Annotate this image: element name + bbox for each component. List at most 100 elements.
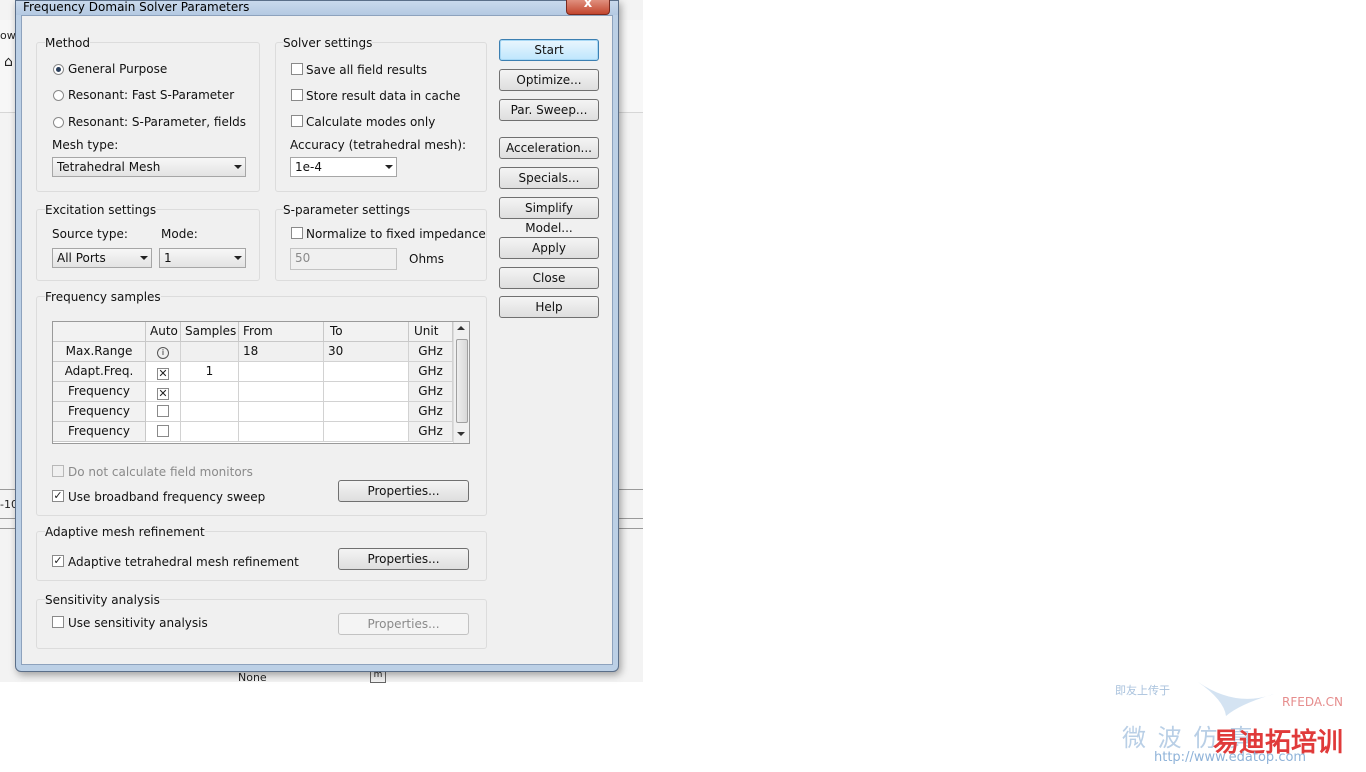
- sensitivity-properties-button[interactable]: Properties...: [338, 613, 469, 635]
- specials-button[interactable]: Specials...: [499, 167, 599, 189]
- sensitivity-label[interactable]: Use sensitivity analysis: [68, 616, 208, 630]
- watermark-bird-logo: [1198, 682, 1274, 716]
- table-cell-auto[interactable]: ✕: [146, 362, 181, 382]
- accuracy-select[interactable]: 1e-4: [290, 157, 397, 177]
- table-cell-samples[interactable]: 1: [181, 362, 239, 382]
- close-button[interactable]: Close: [499, 267, 599, 289]
- table-cell-from[interactable]: [239, 402, 324, 422]
- save-all-fields-label[interactable]: Save all field results: [306, 63, 427, 77]
- source-type-label: Source type:: [52, 227, 128, 241]
- scroll-down-icon[interactable]: [457, 432, 465, 436]
- watermark-url: http://www.edatop.com: [1154, 750, 1307, 765]
- store-cache-label[interactable]: Store result data in cache: [306, 89, 460, 103]
- adaptive-refinement-label[interactable]: Adaptive tetrahedral mesh refinement: [68, 555, 299, 569]
- column-header-unit: Unit: [409, 322, 453, 342]
- table-vertical-scrollbar[interactable]: [453, 322, 469, 443]
- store-cache-checkbox[interactable]: [291, 89, 303, 101]
- radio-resonant-fast-label[interactable]: Resonant: Fast S-Parameter: [68, 88, 234, 102]
- par-sweep-button[interactable]: Par. Sweep...: [499, 99, 599, 121]
- chevron-down-icon: [140, 256, 148, 260]
- sparam-group-label: S-parameter settings: [283, 203, 410, 217]
- table-cell-to[interactable]: [324, 422, 409, 442]
- solver-parameters-dialog: Frequency Domain Solver Parameters x Met…: [15, 0, 619, 672]
- table-cell-from[interactable]: [239, 422, 324, 442]
- table-cell-auto[interactable]: [146, 422, 181, 442]
- help-button[interactable]: Help: [499, 296, 599, 318]
- method-group-label: Method: [45, 36, 91, 50]
- optimize-button[interactable]: Optimize...: [499, 69, 599, 91]
- accuracy-value: 1e-4: [295, 160, 322, 174]
- radio-general-purpose[interactable]: [53, 64, 64, 75]
- info-icon[interactable]: i: [157, 347, 169, 359]
- scroll-up-icon[interactable]: [457, 326, 465, 330]
- normalize-impedance-label[interactable]: Normalize to fixed impedance: [306, 227, 486, 241]
- no-field-monitors-checkbox[interactable]: [52, 465, 64, 477]
- save-all-fields-checkbox[interactable]: [291, 63, 303, 75]
- auto-checkbox-unchecked[interactable]: [157, 405, 169, 417]
- acceleration-button[interactable]: Acceleration...: [499, 137, 599, 159]
- table-cell-from[interactable]: 18: [239, 342, 324, 362]
- mode-value: 1: [164, 251, 172, 265]
- table-cell-samples[interactable]: [181, 382, 239, 402]
- source-type-select[interactable]: All Ports: [52, 248, 152, 268]
- chevron-down-icon: [234, 256, 242, 260]
- row-header: Frequency: [53, 402, 146, 422]
- excitation-group-label: Excitation settings: [45, 203, 157, 217]
- frequency-samples-label: Frequency samples: [45, 290, 161, 304]
- table-cell-auto[interactable]: [146, 402, 181, 422]
- table-cell-to[interactable]: [324, 362, 409, 382]
- start-button[interactable]: Start: [499, 39, 599, 61]
- radio-general-purpose-label[interactable]: General Purpose: [68, 62, 167, 76]
- table-cell-unit: GHz: [409, 382, 453, 402]
- radio-resonant-fields-label[interactable]: Resonant: S-Parameter, fields: [68, 115, 246, 129]
- mesh-type-select[interactable]: Tetrahedral Mesh: [52, 157, 246, 177]
- apply-button[interactable]: Apply: [499, 237, 599, 259]
- radio-resonant-fields[interactable]: [53, 117, 64, 128]
- table-cell-from[interactable]: [239, 382, 324, 402]
- frequency-properties-button[interactable]: Properties...: [338, 480, 469, 502]
- table-cell-auto: i: [146, 342, 181, 362]
- no-field-monitors-label[interactable]: Do not calculate field monitors: [68, 465, 253, 479]
- sensitivity-checkbox[interactable]: [52, 616, 64, 628]
- close-window-button[interactable]: x: [566, 0, 610, 15]
- adaptive-mesh-group-label: Adaptive mesh refinement: [45, 525, 205, 539]
- row-header: Frequency: [53, 382, 146, 402]
- auto-checkbox-checked[interactable]: ✕: [157, 368, 169, 380]
- scrollbar-thumb[interactable]: [456, 339, 468, 423]
- impedance-input[interactable]: 50: [290, 248, 397, 270]
- row-header: Max.Range: [53, 342, 146, 362]
- broadband-sweep-label[interactable]: Use broadband frequency sweep: [68, 490, 265, 504]
- calc-modes-label[interactable]: Calculate modes only: [306, 115, 435, 129]
- table-cell-to[interactable]: 30: [324, 342, 409, 362]
- auto-checkbox-unchecked[interactable]: [157, 425, 169, 437]
- table-cell-samples[interactable]: [181, 402, 239, 422]
- background-cell-text: None: [238, 671, 267, 684]
- radio-resonant-fast[interactable]: [53, 90, 64, 101]
- mode-label: Mode:: [161, 227, 198, 241]
- calc-modes-checkbox[interactable]: [291, 115, 303, 127]
- table-cell-unit: GHz: [409, 362, 453, 382]
- table-cell-unit: GHz: [409, 402, 453, 422]
- table-cell-to[interactable]: [324, 402, 409, 422]
- mesh-type-label: Mesh type:: [52, 138, 119, 152]
- adaptive-properties-button[interactable]: Properties...: [338, 548, 469, 570]
- table-cell-samples[interactable]: [181, 422, 239, 442]
- watermark-small-text: 即友上传于: [1115, 684, 1170, 697]
- table-cell-auto[interactable]: ✕: [146, 382, 181, 402]
- simplify-model-button[interactable]: Simplify Model...: [499, 197, 599, 235]
- normalize-impedance-checkbox[interactable]: [291, 227, 303, 239]
- impedance-unit-label: Ohms: [409, 252, 444, 266]
- dialog-client-area: Method General Purpose Resonant: Fast S-…: [21, 15, 613, 665]
- table-cell-samples: [181, 342, 239, 362]
- column-header-to: To: [324, 322, 409, 342]
- adaptive-refinement-checkbox[interactable]: ✓: [52, 555, 64, 567]
- table-cell-unit: GHz: [409, 422, 453, 442]
- dialog-title-bar[interactable]: Frequency Domain Solver Parameters x: [16, 0, 618, 15]
- broadband-sweep-checkbox[interactable]: ✓: [52, 490, 64, 502]
- solver-settings-label: Solver settings: [283, 36, 373, 50]
- table-cell-from[interactable]: [239, 362, 324, 382]
- table-cell-to[interactable]: [324, 382, 409, 402]
- column-header-samples: Samples: [181, 322, 239, 342]
- mode-select[interactable]: 1: [159, 248, 246, 268]
- auto-checkbox-checked[interactable]: ✕: [157, 388, 169, 400]
